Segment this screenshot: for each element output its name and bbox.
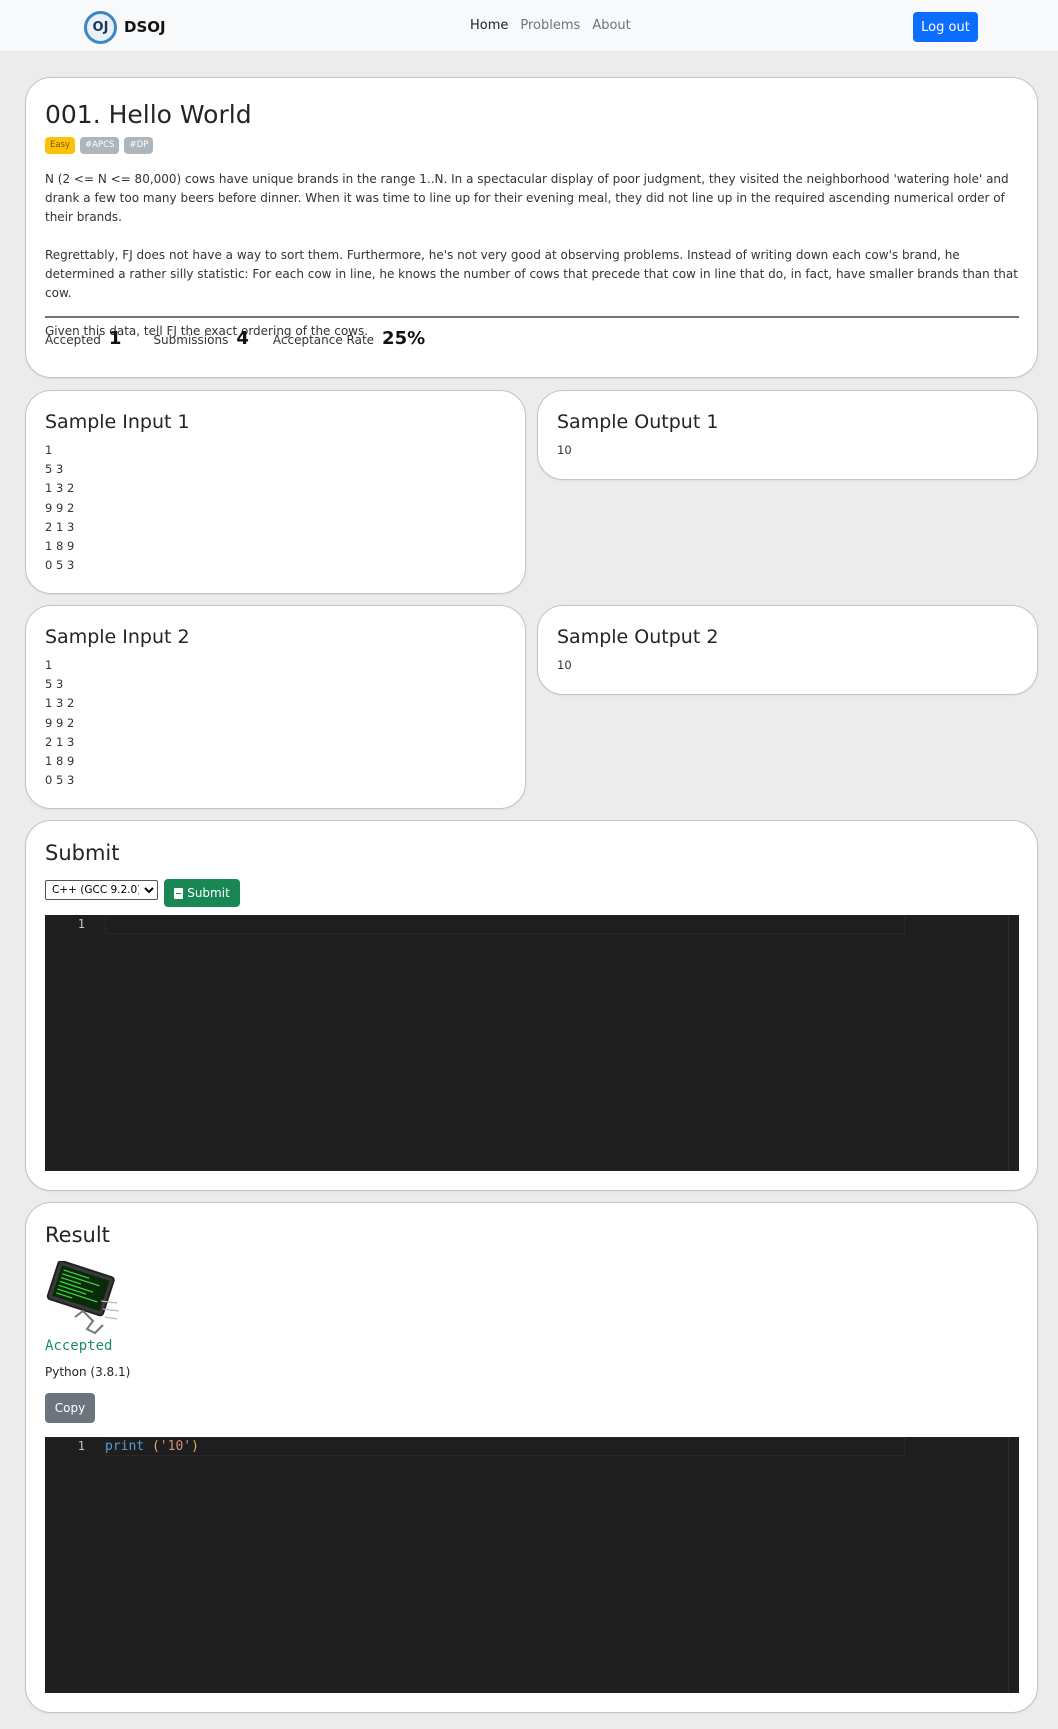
nav-problems-link[interactable]: Problems	[520, 18, 580, 33]
description-paragraph: Regrettably, FJ does not have a way to s…	[45, 248, 1018, 300]
line-number: 1	[77, 917, 85, 931]
sample-input-content: 1 5 3 1 3 2 9 9 2 2 1 3 1 8 9 0 5 3	[45, 658, 75, 788]
file-plus-icon	[174, 887, 184, 899]
sample-input-card: Sample Input 1 1 5 3 1 3 2 9 9 2 2 1 3 1…	[25, 390, 526, 594]
problem-title: 001. Hello World	[45, 100, 252, 129]
problem-card: 001. Hello World Easy #APCS #DP N (2 <= …	[25, 77, 1038, 378]
submit-button-label: Submit	[187, 886, 230, 900]
logout-button[interactable]: Log out	[913, 12, 978, 42]
divider	[45, 316, 1019, 318]
brand-name: DSOJ	[124, 18, 166, 36]
current-line-highlight	[105, 915, 905, 934]
submissions-stat: Submissions 4	[153, 328, 248, 349]
oj-logo-icon: OJ	[84, 10, 117, 44]
sample-output-card: Sample Output 1 10	[537, 390, 1038, 480]
editor-scrollbar[interactable]	[1008, 1437, 1009, 1693]
sample-output-content: 10	[557, 443, 572, 457]
result-language: Python (3.8.1)	[45, 1365, 131, 1379]
language-select[interactable]: C++ (GCC 9.2.0)	[45, 880, 158, 900]
sample-input-content: 1 5 3 1 3 2 9 9 2 2 1 3 1 8 9 0 5 3	[45, 443, 75, 573]
nav-about-link[interactable]: About	[592, 18, 630, 33]
result-title: Result	[45, 1223, 110, 1247]
editor-scrollbar[interactable]	[1008, 915, 1009, 1171]
result-status: Accepted	[45, 1338, 113, 1354]
acceptance-rate-value: 25%	[382, 328, 426, 349]
line-number: 1	[77, 1439, 85, 1453]
submit-title: Submit	[45, 841, 120, 865]
sample-output-title: Sample Output 1	[557, 411, 719, 433]
nav-home-link[interactable]: Home	[470, 18, 508, 33]
submit-button[interactable]: Submit	[164, 879, 240, 907]
acceptance-rate-stat: Acceptance Rate 25%	[273, 328, 425, 349]
sample-output-content: 10	[557, 658, 572, 672]
nav-links: Home Problems About	[470, 18, 643, 33]
description-paragraph: N (2 <= N <= 80,000) cows have unique br…	[45, 172, 1009, 224]
result-code-editor[interactable]: 1 print ('10')	[45, 1437, 1019, 1693]
tag-badge-apcs[interactable]: #APCS	[80, 137, 120, 154]
code-paren-open: (	[144, 1439, 160, 1454]
code-string: '10'	[159, 1439, 192, 1454]
code-paren-close: )	[191, 1439, 199, 1454]
submissions-count: 4	[236, 328, 249, 349]
current-line-highlight	[105, 1437, 905, 1456]
sample-output-title: Sample Output 2	[557, 626, 719, 648]
code-keyword: print	[105, 1439, 145, 1454]
navbar: OJ DSOJ Home Problems About Log out	[0, 0, 1058, 52]
sample-output-card: Sample Output 2 10	[537, 605, 1038, 695]
sample-input-title: Sample Input 2	[45, 626, 190, 648]
problem-stats: Accepted 1 Submissions 4 Acceptance Rate…	[45, 328, 449, 349]
accepted-label: Accepted	[45, 333, 101, 347]
accepted-computer-icon	[46, 1261, 120, 1335]
accepted-stat: Accepted 1	[45, 328, 121, 349]
submit-card: Submit C++ (GCC 9.2.0) Submit 1	[25, 820, 1038, 1191]
tag-badge-dp[interactable]: #DP	[124, 137, 154, 154]
accepted-count: 1	[108, 328, 122, 349]
brand-link[interactable]: OJ DSOJ	[84, 10, 166, 44]
difficulty-badge[interactable]: Easy	[45, 137, 76, 154]
acceptance-rate-label: Acceptance Rate	[272, 333, 375, 347]
sample-input-card: Sample Input 2 1 5 3 1 3 2 9 9 2 2 1 3 1…	[25, 605, 526, 809]
problem-tags: Easy #APCS #DP	[45, 137, 154, 154]
result-card: Result Accepted Python (3.8.1) Copy 1 pr…	[25, 1202, 1038, 1713]
sample-input-title: Sample Input 1	[45, 411, 190, 433]
submissions-label: Submissions	[153, 333, 229, 347]
copy-button[interactable]: Copy	[45, 1393, 95, 1423]
code-line: print ('10')	[105, 1438, 199, 1455]
code-editor[interactable]: 1	[45, 915, 1019, 1171]
